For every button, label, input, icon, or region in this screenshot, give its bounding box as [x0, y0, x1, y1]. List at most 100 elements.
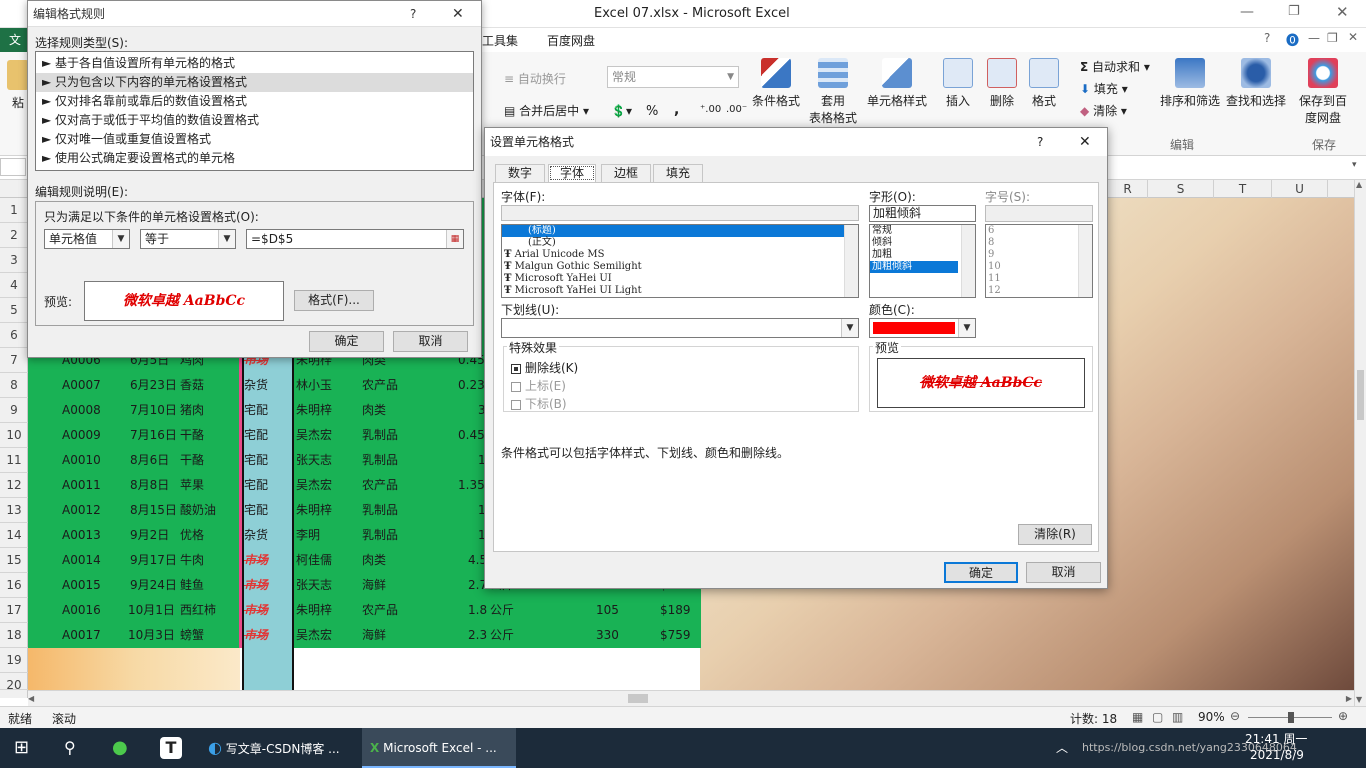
row-header[interactable]: 3 [0, 248, 28, 273]
close-icon[interactable]: ✕ [1079, 128, 1091, 156]
page-break-icon[interactable]: ▥ [1172, 710, 1183, 724]
list-item[interactable]: Ŧ Microsoft YaHei UI Light [502, 285, 858, 297]
tab-number[interactable]: 数字 [495, 164, 545, 182]
list-item[interactable]: Ŧ Malgun Gothic Semilight [502, 261, 858, 273]
list-item[interactable]: ► 使用公式确定要设置格式的单元格 [36, 149, 473, 168]
help-button[interactable]: ? [410, 1, 416, 27]
table-row[interactable]: A0017 10月3日 螃蟹 市场 吴杰宏 海鲜 2.3 公斤 330 $759 [28, 623, 701, 648]
column-header[interactable]: U [1272, 180, 1328, 198]
find-select-button[interactable]: 查找和选择 [1224, 58, 1288, 109]
size-list[interactable]: 6 8 9 10 11 12 [985, 224, 1093, 298]
row-header[interactable]: 20 [0, 673, 28, 692]
scroll-right-icon[interactable]: ▶ [1346, 694, 1352, 703]
decrease-decimal-icon[interactable]: .00⁻ [726, 104, 747, 115]
list-item[interactable]: Ŧ Microsoft YaHei UI [502, 273, 858, 285]
vertical-scroll-thumb[interactable] [1357, 370, 1364, 420]
name-box[interactable] [0, 158, 26, 176]
row-header[interactable]: 6 [0, 323, 28, 348]
tab-baidu[interactable]: 百度网盘 [547, 32, 595, 49]
cancel-button[interactable]: 取消 [393, 331, 468, 352]
clear-button[interactable]: ◆ 清除 ▾ [1080, 102, 1127, 119]
column-header[interactable]: S [1148, 180, 1214, 198]
column-header[interactable]: T [1214, 180, 1272, 198]
list-item[interactable]: ► 基于各自值设置所有单元格的格式 [36, 54, 473, 73]
range-select-icon[interactable]: ▦ [446, 230, 463, 248]
list-item[interactable]: 11 [986, 273, 1092, 285]
list-item[interactable]: 常规 [870, 225, 975, 237]
taskbar-item-excel[interactable]: X Microsoft Excel - ... [362, 728, 516, 768]
color-select[interactable]: ▼ [869, 318, 976, 338]
close-window-icon[interactable]: ✕ [1336, 3, 1349, 21]
number-format-select[interactable]: 常规 ▼ [607, 66, 739, 88]
row-header[interactable]: 8 [0, 373, 28, 398]
percent-button[interactable]: % [646, 104, 658, 119]
increase-decimal-icon[interactable]: ⁺.00 [700, 104, 721, 115]
close-icon[interactable]: ✕ [452, 1, 464, 27]
size-list-scrollbar[interactable] [1078, 225, 1092, 297]
list-item[interactable]: 加粗倾斜 [870, 261, 958, 273]
cell-styles-button[interactable]: 单元格样式 [864, 58, 930, 109]
underline-select[interactable]: ▼ [501, 318, 859, 338]
row-header[interactable]: 12 [0, 473, 28, 498]
vertical-scrollbar[interactable]: ▲ ▼ [1354, 180, 1366, 706]
strikethrough-checkbox[interactable]: 删除线(K) [511, 359, 578, 376]
formula-expand-icon[interactable]: ▾ [1352, 160, 1357, 170]
table-row[interactable]: A0016 10月1日 西红柿 市场 朱明梓 农产品 1.8 公斤 105 $1… [28, 598, 701, 623]
tab-fill[interactable]: 填充 [653, 164, 703, 182]
superscript-checkbox[interactable]: 上标(E) [511, 377, 566, 394]
row-header[interactable]: 9 [0, 398, 28, 423]
list-item[interactable]: ► 仅对唯一值或重复值设置格式 [36, 130, 473, 149]
list-item[interactable]: (标题) [502, 225, 858, 237]
wrap-text-button[interactable]: ≡ 自动换行 [504, 70, 566, 87]
row-header[interactable]: 4 [0, 273, 28, 298]
fill-button[interactable]: ⬇ 填充 ▾ [1080, 80, 1128, 97]
normal-view-icon[interactable]: ▦ [1132, 710, 1143, 724]
select-all-corner[interactable] [0, 180, 28, 198]
zoom-out-icon[interactable]: ⊖ [1230, 709, 1240, 723]
list-item[interactable]: 12 [986, 285, 1092, 297]
row-header[interactable]: 7 [0, 348, 28, 373]
ribbon-minimize-icon[interactable]: — [1308, 31, 1320, 45]
row-header[interactable]: 11 [0, 448, 28, 473]
list-item[interactable]: ► 仅对高于或低于平均值的数值设置格式 [36, 111, 473, 130]
typora-icon[interactable]: T [160, 737, 182, 759]
clear-button[interactable]: 清除(R) [1018, 524, 1092, 545]
ok-button[interactable]: 确定 [944, 562, 1018, 583]
windows-start-icon[interactable]: ⊞ [14, 728, 29, 768]
tab-file[interactable]: 文 [0, 28, 30, 52]
zoom-in-icon[interactable]: ⊕ [1338, 709, 1348, 723]
taskbar-item-edge[interactable]: ◐ 写文章-CSDN博客 ... [200, 728, 356, 768]
row-header[interactable]: 18 [0, 623, 28, 648]
format-button[interactable]: 格式 [1026, 58, 1062, 109]
list-item[interactable]: 8 [986, 237, 1092, 249]
subscript-checkbox[interactable]: 下标(B) [511, 395, 567, 412]
list-item[interactable]: ► 仅对排名靠前或靠后的数值设置格式 [36, 92, 473, 111]
value-input[interactable]: =$D$5 ▦ [246, 229, 464, 249]
currency-icon[interactable]: 💲▾ [611, 104, 632, 118]
help-circle-icon[interactable]: ? [1264, 31, 1270, 45]
style-list-scrollbar[interactable] [961, 225, 975, 297]
tab-tools[interactable]: 工具集 [482, 32, 518, 49]
list-item[interactable]: 倾斜 [870, 237, 975, 249]
row-header[interactable]: 19 [0, 648, 28, 673]
search-icon[interactable]: ⚲ [64, 728, 76, 768]
operator-select[interactable]: 等于 ▼ [140, 229, 236, 249]
delete-button[interactable]: 删除 [984, 58, 1020, 109]
list-item[interactable]: 加粗 [870, 249, 975, 261]
scroll-up-icon[interactable]: ▲ [1356, 180, 1362, 189]
format-button[interactable]: 格式(F)... [294, 290, 374, 311]
insert-button[interactable]: 插入 [940, 58, 976, 109]
page-layout-icon[interactable]: ▢ [1152, 710, 1163, 724]
row-header[interactable]: 15 [0, 548, 28, 573]
list-item[interactable]: Ŧ Arial Unicode MS [502, 249, 858, 261]
ribbon-close-icon[interactable]: ✕ [1348, 30, 1358, 44]
scroll-left-icon[interactable]: ◀ [28, 694, 34, 703]
cell-value-select[interactable]: 单元格值 ▼ [44, 229, 130, 249]
minimize-icon[interactable]: — [1240, 4, 1254, 20]
save-baidu-button[interactable]: 保存到百 度网盘 [1296, 58, 1350, 126]
tab-font[interactable]: 字体 [548, 164, 596, 182]
column-header[interactable]: R [1108, 180, 1148, 198]
row-header[interactable]: 5 [0, 298, 28, 323]
style-list[interactable]: 常规 倾斜 加粗 加粗倾斜 [869, 224, 976, 298]
style-input[interactable]: 加粗倾斜 [869, 205, 976, 222]
